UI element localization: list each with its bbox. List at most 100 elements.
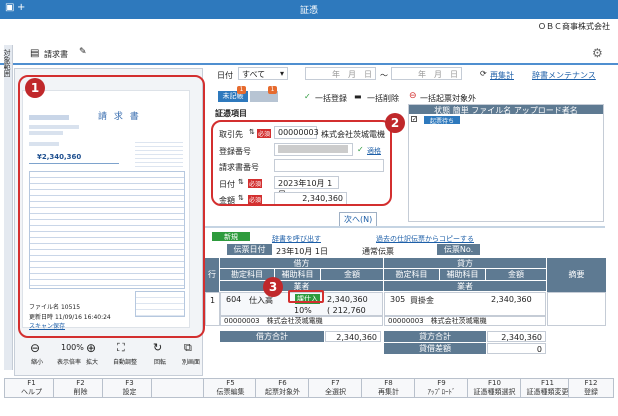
bulk-register-link[interactable]: 一括登録: [315, 93, 347, 104]
side-tab-label: 対象範囲: [3, 49, 11, 77]
key-label: 証憑種類変更: [526, 388, 569, 396]
unregistered-badge: 1: [237, 86, 246, 94]
credit-total-label: 貸方合計: [384, 331, 486, 342]
f3-key[interactable]: F3 設定: [102, 378, 157, 398]
f11-key[interactable]: F11 証憑種類変更: [520, 378, 575, 398]
voucher-type: 通常伝票: [362, 247, 394, 256]
voucher-no-label: 伝票No.: [437, 244, 480, 255]
zoom-in-icon[interactable]: ⊕: [86, 341, 96, 355]
f1-key[interactable]: F1 ヘルプ: [4, 378, 59, 398]
f2-key[interactable]: F2 削除: [53, 378, 108, 398]
to-date-input[interactable]: 年 月 日: [391, 67, 462, 80]
doc-type-label: 請求書: [44, 50, 68, 59]
date-range-select[interactable]: すべて ▾: [238, 67, 288, 80]
key-code: F7: [331, 379, 340, 387]
credit-partner-header: 業者: [384, 281, 546, 291]
debit-header: 借方: [220, 258, 383, 268]
file-list-col-state[interactable]: 状態: [434, 106, 450, 115]
memo-cell[interactable]: [547, 292, 606, 326]
dictionary-maintenance-link[interactable]: 辞書メンテナンス: [532, 70, 596, 81]
f9-key[interactable]: F9 ｱｯﾌﾟﾛｰﾄﾞ: [414, 378, 469, 398]
key-code: F6: [278, 379, 287, 387]
tax-amount: ( 212,760: [327, 306, 366, 315]
enlarge-label[interactable]: 拡大: [86, 357, 98, 366]
f6-key[interactable]: F6 起票対象外: [255, 378, 310, 398]
next-button[interactable]: 次へ(N): [339, 212, 378, 227]
rotate-icon[interactable]: ↻: [153, 341, 162, 354]
key-label: 起票対象外: [265, 388, 300, 396]
other-window-label[interactable]: 別画面: [182, 357, 200, 366]
row-checkbox[interactable]: ✓: [411, 116, 417, 123]
callout-2: 2: [385, 113, 405, 133]
credit-amount: 2,340,360: [491, 295, 532, 304]
fit-icon[interactable]: ⛶: [117, 341, 125, 355]
auto-adjust-label[interactable]: 自動調整: [113, 357, 137, 366]
refresh-icon[interactable]: ⟳: [480, 69, 487, 78]
side-tab[interactable]: 対象範囲: [3, 45, 13, 370]
file-list-col-simple[interactable]: 簡単: [453, 106, 469, 115]
zoom-value: 100%: [61, 343, 84, 352]
voucher-date-label: 伝票日付: [227, 244, 272, 255]
credit-total: 2,340,360: [487, 331, 546, 342]
window-title: 証憑: [299, 6, 318, 16]
debit-total: 2,340,360: [325, 331, 381, 342]
rotate-label[interactable]: 回転: [154, 357, 166, 366]
key-code: F2: [76, 379, 85, 387]
callout-box-1: [18, 75, 205, 338]
key-code: F5: [226, 379, 235, 387]
key-label: 設定: [122, 388, 137, 396]
key-label: 削除: [73, 388, 88, 396]
credit-partner-name: 株式会社茨城電機: [430, 317, 487, 325]
key-label: 伝票編集: [216, 388, 245, 396]
callout-box-2: [211, 120, 392, 206]
document-type-bar: ▤ 請求書 ✎ ⚙: [0, 43, 618, 65]
copy-past-link[interactable]: 過去の仕訳伝票からコピーする: [376, 234, 474, 244]
company-name: ＯＢＣ商事株式会社: [538, 22, 610, 31]
refresh-link[interactable]: 再集計: [490, 70, 514, 81]
credit-sub-header: 補助科目: [440, 269, 485, 280]
debit-code: 604: [226, 295, 242, 304]
tax-rate: 10%: [294, 306, 312, 315]
bulk-delete-link[interactable]: 一括削除: [367, 93, 399, 104]
f4-key[interactable]: [151, 378, 206, 398]
trash-icon: ▬: [354, 92, 362, 101]
zoom-out-icon[interactable]: ⊖: [30, 341, 40, 355]
f10-key[interactable]: F10 証憑種類選択: [467, 378, 522, 398]
divider: [205, 226, 605, 228]
evidence-section-title: 証憑項目: [215, 109, 247, 118]
pending-status-badge: 起票待ち: [424, 116, 460, 125]
debit-total-label: 借方合計: [220, 331, 324, 342]
range-tilde: 〜: [380, 71, 388, 80]
debit-partner-code: 00000003: [224, 317, 260, 325]
shrink-label[interactable]: 縮小: [31, 357, 43, 366]
bulk-exclude-link[interactable]: 一括起票対象外: [420, 93, 476, 104]
f7-key[interactable]: F7 全選択: [308, 378, 363, 398]
credit-code: 305: [390, 295, 406, 304]
credit-partner-cell[interactable]: 00000003 株式会社茨城電機: [384, 316, 546, 326]
pencil-icon[interactable]: ✎: [79, 47, 87, 57]
debit-amount-header: 金額: [321, 269, 383, 280]
check-icon: ✓: [304, 92, 311, 101]
voucher-date-value[interactable]: 23年10月 1日: [276, 246, 328, 257]
debit-partner-cell[interactable]: 00000003 株式会社茨城電機: [220, 316, 383, 326]
title-bar: ▣ + 証憑: [0, 0, 618, 19]
key-label: ヘルプ: [21, 388, 42, 396]
file-list-col-uploader[interactable]: アップロード者名: [514, 106, 578, 115]
doc-list-icon: ▤: [30, 48, 40, 59]
call-dictionary-link[interactable]: 辞書を呼び出す: [272, 234, 321, 244]
f8-key[interactable]: F8 再集計: [361, 378, 416, 398]
f5-key[interactable]: F5 伝票編集: [203, 378, 258, 398]
file-list-header: 状態 簡単 ファイル名 アップロード者名: [409, 105, 603, 115]
callout-1: 1: [25, 78, 45, 98]
new-journal-tab[interactable]: 新規: [212, 232, 250, 241]
key-code: F12: [584, 379, 598, 387]
gear-icon[interactable]: ⚙: [592, 46, 603, 60]
window-icon[interactable]: ⧉: [184, 341, 192, 355]
row-number: 1: [205, 292, 220, 326]
callout-box-3: [288, 290, 324, 303]
credit-account-header: 勘定科目: [384, 269, 439, 280]
file-list-col-filename[interactable]: ファイル名: [471, 106, 511, 115]
from-date-input[interactable]: 年 月 日: [305, 67, 376, 80]
f12-key[interactable]: F12 登録: [568, 378, 614, 398]
key-label: 再集計: [378, 388, 399, 396]
